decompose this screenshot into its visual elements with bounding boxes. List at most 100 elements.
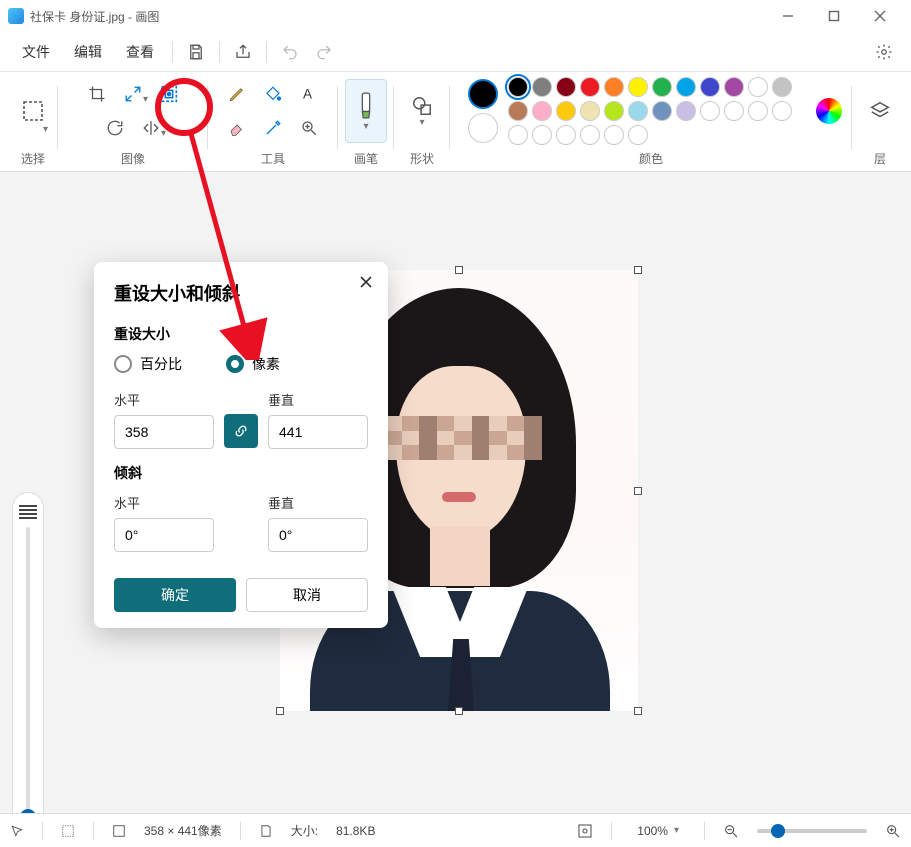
resize-handle[interactable] <box>455 266 463 274</box>
undo-icon[interactable] <box>273 36 307 68</box>
secondary-color-swatch[interactable] <box>468 113 498 143</box>
resize-handle[interactable] <box>276 707 284 715</box>
color-swatch[interactable] <box>772 101 792 121</box>
shapes-button[interactable]: ▾ <box>401 79 443 143</box>
color-swatch[interactable] <box>700 101 720 121</box>
color-swatch[interactable] <box>724 101 744 121</box>
ribbon-group-tools: A 工具 <box>208 76 338 171</box>
eraser-tool[interactable] <box>220 113 254 143</box>
color-swatch[interactable] <box>580 101 600 121</box>
eyedropper-tool[interactable] <box>256 113 290 143</box>
radio-percent[interactable]: 百分比 <box>114 354 182 374</box>
group-label-brushes: 画笔 <box>354 146 378 171</box>
resize-skew-dialog: 重设大小和倾斜 重设大小 百分比 像素 水平 垂直 倾斜 水平 垂直 确定 取消 <box>94 262 388 628</box>
color-swatch[interactable] <box>628 101 648 121</box>
skew-horizontal-input[interactable] <box>114 518 214 552</box>
radio-pixels[interactable]: 像素 <box>226 354 280 374</box>
fill-tool[interactable] <box>256 79 290 109</box>
brush-size-slider[interactable] <box>12 492 44 813</box>
color-swatch[interactable] <box>628 125 648 145</box>
app-icon <box>8 8 24 24</box>
aspect-lock-button[interactable] <box>224 414 258 448</box>
skew-section-title: 倾斜 <box>114 463 368 483</box>
color-swatch[interactable] <box>508 125 528 145</box>
group-label-shapes: 形状 <box>410 146 434 171</box>
close-button[interactable] <box>857 0 903 32</box>
redo-icon[interactable] <box>307 36 341 68</box>
brushes-button[interactable]: ▾ <box>345 79 387 143</box>
layers-button[interactable] <box>859 79 901 143</box>
color-swatch[interactable] <box>532 77 552 97</box>
ribbon-group-image: ▾ ▾ 图像 <box>58 76 208 171</box>
menu-edit[interactable]: 编辑 <box>62 36 114 68</box>
color-swatch[interactable] <box>508 101 528 121</box>
resize-handle[interactable] <box>634 707 642 715</box>
dialog-close-button[interactable] <box>354 270 378 294</box>
ok-button[interactable]: 确定 <box>114 578 236 612</box>
text-tool[interactable]: A <box>292 79 326 109</box>
zoom-out-button[interactable] <box>723 823 739 839</box>
minimize-button[interactable] <box>765 0 811 32</box>
resize-handle[interactable] <box>634 266 642 274</box>
resize-tool[interactable]: ▾ <box>116 79 150 109</box>
maximize-button[interactable] <box>811 0 857 32</box>
color-swatch[interactable] <box>556 101 576 121</box>
color-swatch[interactable] <box>772 77 792 97</box>
pencil-tool[interactable] <box>220 79 254 109</box>
color-swatch[interactable] <box>604 125 624 145</box>
zoom-slider[interactable] <box>757 829 867 833</box>
color-swatch[interactable] <box>652 101 672 121</box>
color-swatch[interactable] <box>724 77 744 97</box>
color-swatch[interactable] <box>556 125 576 145</box>
color-picker-button[interactable] <box>816 98 842 124</box>
color-swatch[interactable] <box>748 101 768 121</box>
cancel-button[interactable]: 取消 <box>246 578 368 612</box>
share-icon[interactable] <box>226 36 260 68</box>
primary-color-swatch[interactable] <box>468 79 498 109</box>
flip-tool[interactable]: ▾ <box>134 113 168 143</box>
color-swatch[interactable] <box>532 101 552 121</box>
color-swatch[interactable] <box>556 77 576 97</box>
status-bar: 358 × 441像素 大小: 81.8KB 100%▾ <box>0 813 911 847</box>
radio-percent-label: 百分比 <box>140 354 182 374</box>
rotate-tool[interactable] <box>98 113 132 143</box>
color-swatch[interactable] <box>676 101 696 121</box>
magnifier-tool[interactable] <box>292 113 326 143</box>
resize-canvas-tool[interactable] <box>152 79 186 109</box>
skew-vertical-input[interactable] <box>268 518 368 552</box>
select-tool[interactable]: ▾ <box>16 83 50 139</box>
fit-screen-icon[interactable] <box>577 823 593 839</box>
color-swatch[interactable] <box>748 77 768 97</box>
color-swatch[interactable] <box>580 125 600 145</box>
settings-icon[interactable] <box>867 36 901 68</box>
resize-horizontal-input[interactable] <box>114 415 214 449</box>
color-swatch[interactable] <box>532 125 552 145</box>
resize-vertical-input[interactable] <box>268 415 368 449</box>
brush-size-icon <box>19 505 37 519</box>
save-icon[interactable] <box>179 36 213 68</box>
resize-handle[interactable] <box>634 487 642 495</box>
color-swatch[interactable] <box>508 77 528 97</box>
resize-handle[interactable] <box>455 707 463 715</box>
zoom-in-button[interactable] <box>885 823 901 839</box>
color-swatch[interactable] <box>604 77 624 97</box>
status-size-value: 81.8KB <box>336 824 375 838</box>
color-swatch[interactable] <box>628 77 648 97</box>
dialog-title: 重设大小和倾斜 <box>114 280 368 306</box>
ribbon-group-select: ▾ 选择 <box>8 76 58 171</box>
color-swatch[interactable] <box>652 77 672 97</box>
radio-pixels-label: 像素 <box>252 354 280 374</box>
color-swatch[interactable] <box>676 77 696 97</box>
color-swatch[interactable] <box>580 77 600 97</box>
group-label-image: 图像 <box>121 146 145 171</box>
label-vertical: 垂直 <box>268 390 368 409</box>
menu-view[interactable]: 查看 <box>114 36 166 68</box>
color-swatch[interactable] <box>700 77 720 97</box>
color-swatch[interactable] <box>604 101 624 121</box>
color-swatches <box>508 77 808 145</box>
crop-tool[interactable] <box>80 79 114 109</box>
zoom-level-select[interactable]: 100%▾ <box>630 821 686 841</box>
ribbon-group-brushes: ▾ 画笔 <box>338 76 394 171</box>
menu-file[interactable]: 文件 <box>10 36 62 68</box>
group-label-tools: 工具 <box>261 146 285 171</box>
